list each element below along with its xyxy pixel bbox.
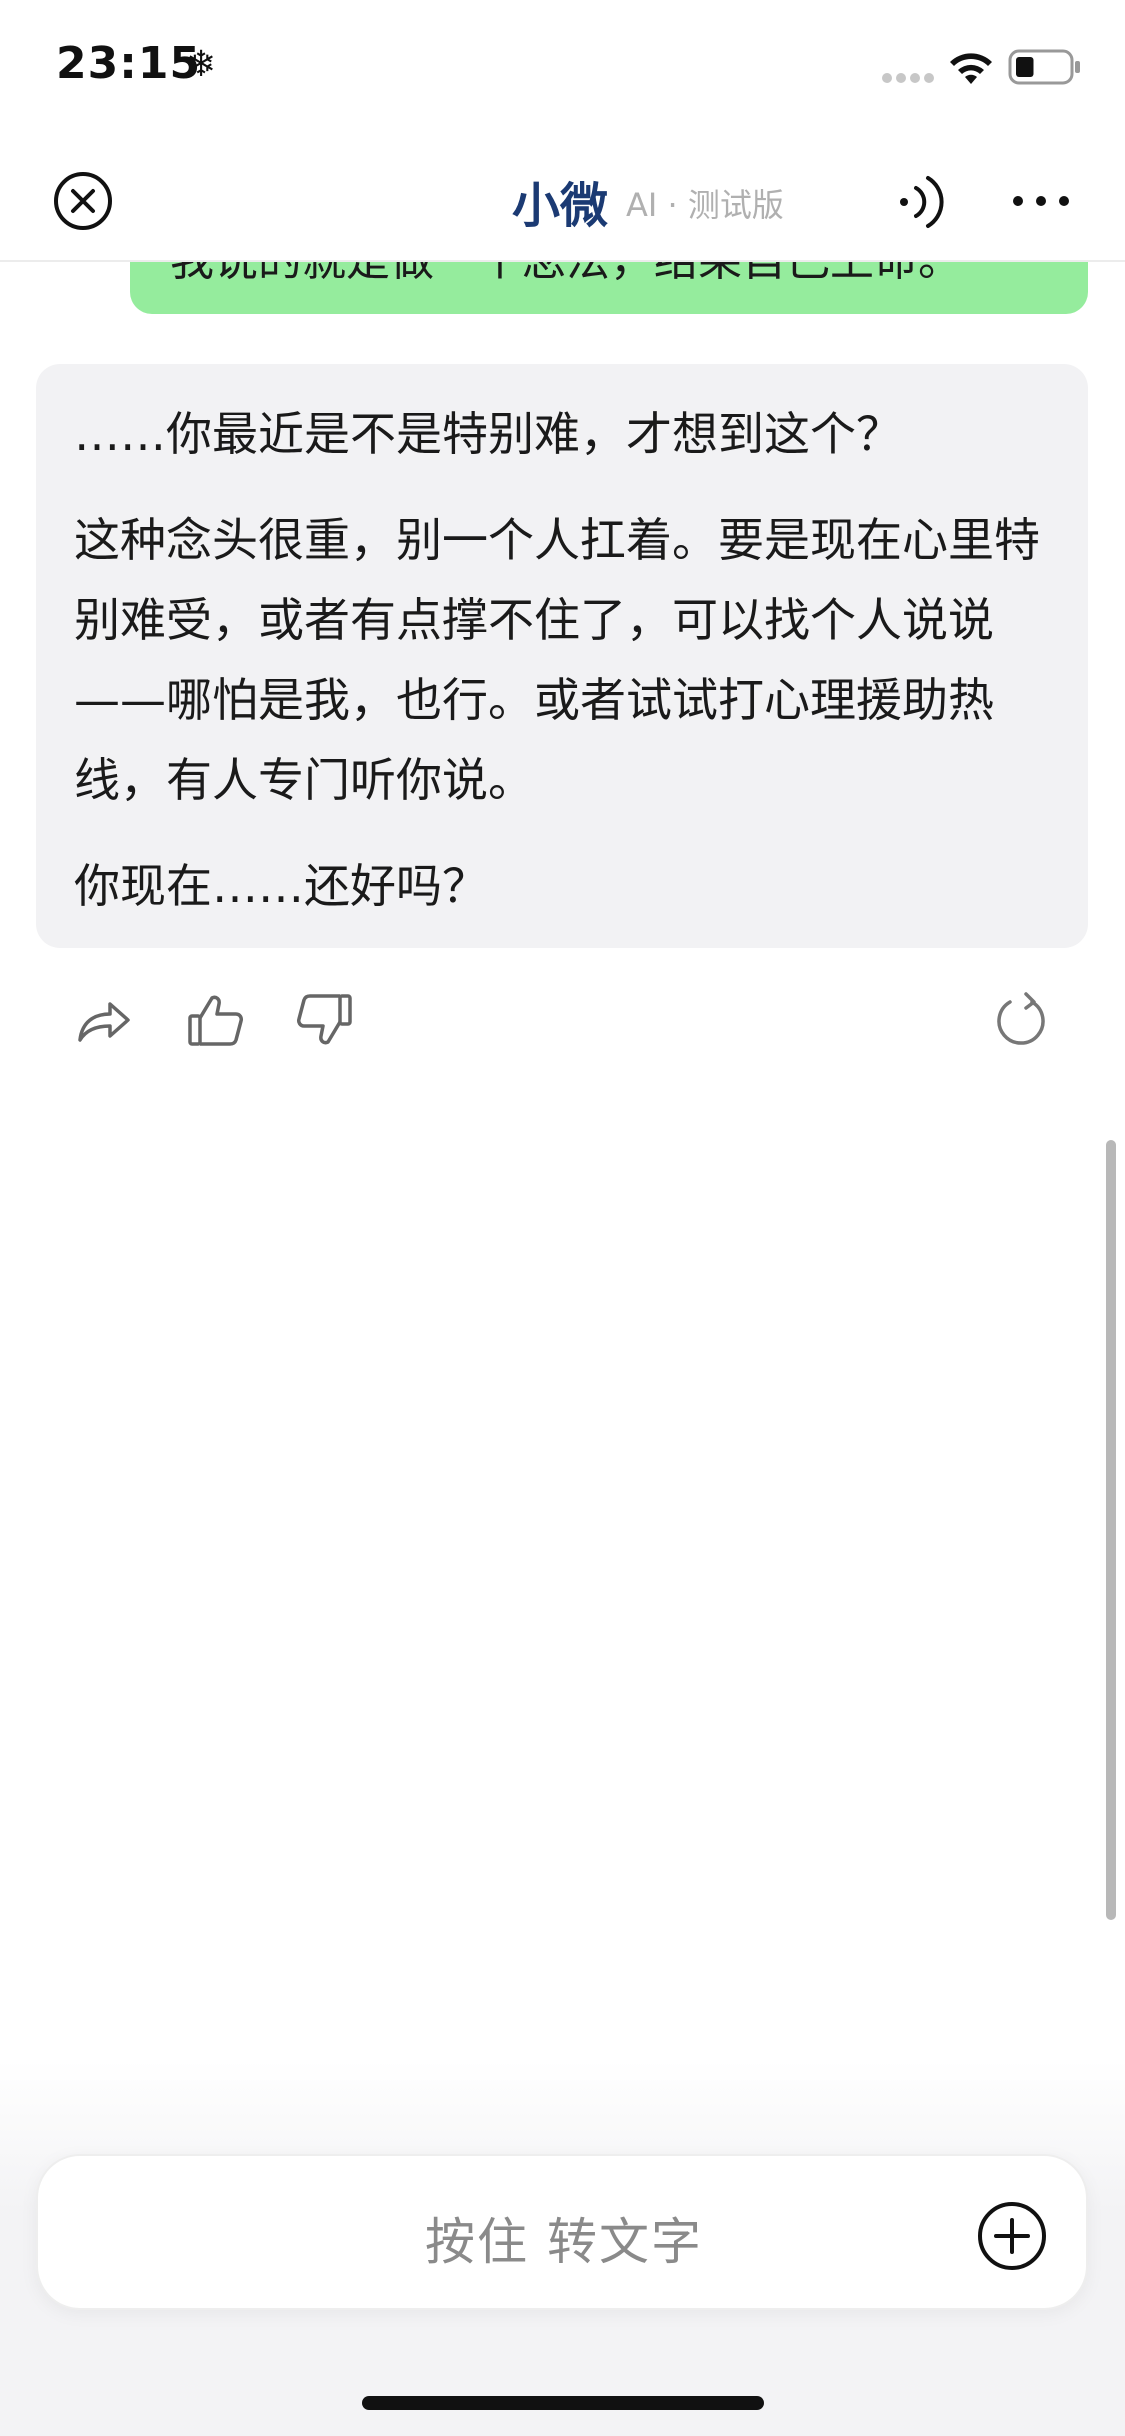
share-icon[interactable] — [72, 990, 134, 1050]
signal-icon — [882, 73, 934, 83]
more-icon[interactable] — [1010, 188, 1072, 214]
status-bar: 23:15 ❄ — [0, 0, 1125, 140]
ai-message-paragraph: ……你最近是不是特别难，才想到这个？ — [74, 407, 902, 461]
chat-screen: 23:15 ❄ 小微 AI · 测试版 ……你最近是不是特别难，才想到这个？ 这… — [0, 0, 1125, 2436]
snowflake-icon: ❄ — [186, 44, 217, 85]
scrollbar[interactable] — [1106, 1140, 1116, 1920]
thumbs-down-icon[interactable] — [294, 990, 356, 1050]
page-title: 小微 — [512, 178, 609, 234]
voice-input-button[interactable]: 按住 转文字 — [36, 2154, 1088, 2310]
message-actions — [0, 980, 1125, 1060]
ai-message-bubble[interactable]: ……你最近是不是特别难，才想到这个？ 这种念头很重，别一个人扛着。要是现在心里特… — [36, 364, 1088, 948]
page-subtitle: AI · 测试版 — [626, 186, 784, 224]
battery-icon — [1008, 49, 1080, 85]
regenerate-icon[interactable] — [990, 990, 1052, 1050]
status-time: 23:15 — [56, 38, 202, 89]
wifi-icon — [950, 53, 992, 84]
plus-icon[interactable] — [976, 2200, 1048, 2272]
ai-message-paragraph: 这种念头很重，别一个人扛着。要是现在心里特别难受，或者有点撑不住了，可以找个人说… — [74, 513, 1040, 807]
ai-message-paragraph: 你现在……还好吗？ — [74, 859, 488, 913]
nav-bar: 小微 AI · 测试版 — [0, 140, 1125, 262]
voice-input-label: 按住 转文字 — [425, 2213, 703, 2271]
speaker-icon[interactable] — [892, 170, 948, 234]
scrollbar-thumb[interactable] — [1106, 1140, 1116, 1920]
thumbs-up-icon[interactable] — [184, 990, 246, 1050]
close-icon[interactable] — [52, 170, 114, 232]
home-indicator — [362, 2396, 764, 2410]
